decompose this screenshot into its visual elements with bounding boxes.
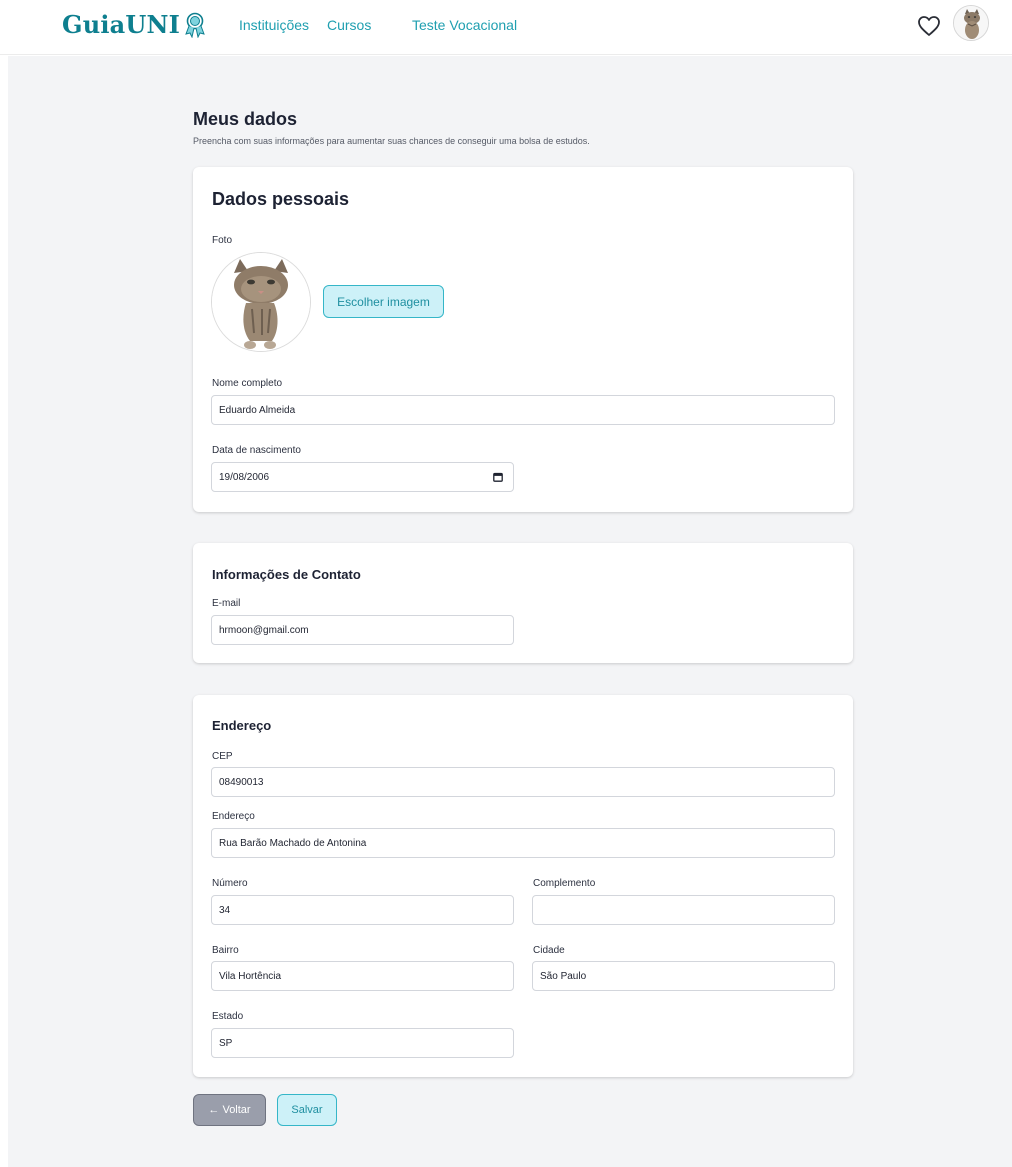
email-input[interactable]: hrmoon@gmail.com xyxy=(211,615,514,645)
full-name-label: Nome completo xyxy=(212,378,283,389)
nav-link-teste-vocacional[interactable]: Teste Vocacional xyxy=(412,17,517,33)
contact-info-title: Informações de Contato xyxy=(212,567,361,582)
full-name-input[interactable]: Eduardo Almeida xyxy=(211,395,835,425)
state-label: Estado xyxy=(212,1011,244,1022)
page-title: Meus dados xyxy=(193,109,298,129)
district-input[interactable]: Vila Hortência xyxy=(211,961,514,991)
top-navigation-bar: GuiaUNI Instituições Cursos Teste Vocaci… xyxy=(0,0,1012,55)
number-label: Número xyxy=(212,878,248,889)
award-ribbon-icon xyxy=(185,12,205,38)
birth-date-label: Data de nascimento xyxy=(212,445,301,456)
cep-input[interactable]: 08490013 xyxy=(211,767,835,797)
birth-date-value: 19/08/2006 xyxy=(219,471,270,483)
district-label: Bairro xyxy=(212,945,239,956)
cat-photo-image xyxy=(212,253,310,351)
calendar-icon[interactable] xyxy=(493,472,503,482)
number-input[interactable]: 34 xyxy=(211,895,514,925)
cat-avatar-image xyxy=(954,6,988,40)
page-subtitle: Preencha com suas informações para aumen… xyxy=(193,136,590,146)
logo-text: GuiaUNI xyxy=(62,10,181,39)
street-label: Endereço xyxy=(212,811,255,822)
street-input[interactable]: Rua Barão Machado de Antonina xyxy=(211,828,835,858)
back-button[interactable]: ← Voltar xyxy=(193,1094,266,1126)
city-label: Cidade xyxy=(533,945,565,956)
nav-link-instituicoes[interactable]: Instituições xyxy=(239,17,309,33)
logo[interactable]: GuiaUNI xyxy=(62,10,206,39)
heart-icon[interactable] xyxy=(917,15,941,37)
email-label: E-mail xyxy=(212,598,241,609)
nav-link-cursos[interactable]: Cursos xyxy=(327,17,371,33)
cep-label: CEP xyxy=(212,751,233,762)
save-button[interactable]: Salvar xyxy=(277,1094,337,1126)
complement-label: Complemento xyxy=(533,878,596,889)
personal-data-card: Dados pessoais Foto Escolher imagem Nome… xyxy=(193,167,853,512)
contact-info-card: Informações de Contato E-mail hrmoon@gma… xyxy=(193,543,853,663)
personal-data-title: Dados pessoais xyxy=(212,189,350,209)
complement-input[interactable] xyxy=(532,895,835,925)
choose-image-button[interactable]: Escolher imagem xyxy=(323,285,444,318)
birth-date-input[interactable]: 19/08/2006 xyxy=(211,462,514,492)
photo-label: Foto xyxy=(212,235,233,246)
address-card: Endereço CEP 08490013 Endereço Rua Barão… xyxy=(193,695,853,1077)
user-avatar[interactable] xyxy=(953,5,989,41)
state-input[interactable]: SP xyxy=(211,1028,514,1058)
city-input[interactable]: São Paulo xyxy=(532,961,835,991)
address-title: Endereço xyxy=(212,718,272,733)
profile-photo xyxy=(211,252,311,352)
